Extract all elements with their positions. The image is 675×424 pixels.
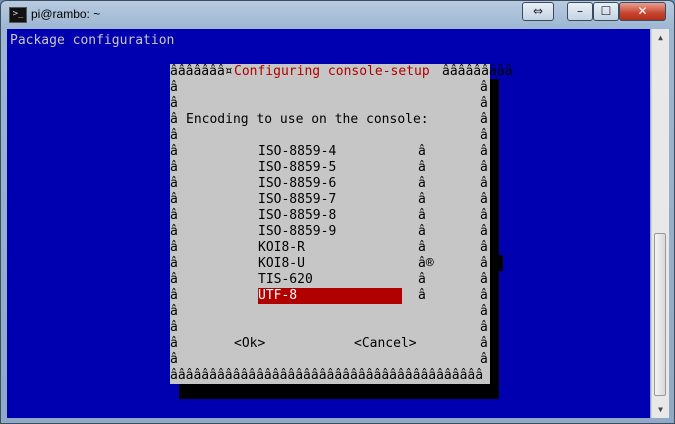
window-title: pi@rambo: ~ [31, 7, 101, 21]
border-left: â [170, 336, 178, 351]
list-item-utf-8[interactable]: UTF-8 [258, 288, 297, 304]
list-item-koi8-u[interactable]: KOI8-U [258, 256, 305, 272]
list-item-iso-8859-5[interactable]: ISO-8859-5 [258, 160, 336, 176]
list-scroll-track: â [418, 224, 426, 239]
border-left: â [170, 96, 178, 111]
dialog-bottom-border: ââââââââââââââââââââââââââââââââââââââââ [170, 368, 484, 383]
border-right: â [480, 320, 488, 335]
border-left: â [170, 208, 178, 223]
dialog-title: Configuring console-setup [234, 64, 430, 79]
list-item-iso-8859-8[interactable]: ISO-8859-8 [258, 208, 336, 224]
dialog-title-left: âââââââ¤ [170, 64, 233, 79]
maximize-button[interactable]: ☐ [593, 2, 619, 21]
border-right: â [480, 288, 488, 303]
border-left: â [170, 272, 178, 287]
border-left: â [170, 176, 178, 191]
scroll-up-icon[interactable]: ▲ [652, 29, 669, 46]
console-setup-dialog: âââââââ¤ Configuring console-setup âââââ… [170, 64, 512, 384]
border-left: â [170, 304, 178, 319]
minimize-button[interactable]: – [567, 2, 593, 21]
list-item-iso-8859-6[interactable]: ISO-8859-6 [258, 176, 336, 192]
list-item-iso-8859-7[interactable]: ISO-8859-7 [258, 192, 336, 208]
border-left: â [170, 352, 178, 367]
border-left: â [170, 256, 178, 271]
dialog-title-right: âââââââââ [442, 64, 513, 79]
list-item-iso-8859-4[interactable]: ISO-8859-4 [258, 144, 336, 160]
scrollbar-thumb[interactable] [654, 233, 666, 396]
title-bar[interactable]: >_ pi@rambo: ~ ⇔ – ☐ ✕ [1, 1, 674, 28]
border-right: â [480, 272, 488, 287]
border-left: â [170, 320, 178, 335]
border-left: â [170, 240, 178, 255]
list-item-tis-620[interactable]: TIS-620 [258, 272, 313, 288]
list-scroll-track: â [418, 144, 426, 159]
close-button[interactable]: ✕ [619, 2, 666, 21]
cancel-button[interactable]: <Cancel> [354, 336, 417, 352]
border-right: â [480, 80, 488, 95]
border-right: â [480, 352, 488, 367]
border-right: â [480, 128, 488, 143]
border-right: â [480, 96, 488, 111]
terminal-area[interactable]: Package configuration âââââââ¤ Configuri… [7, 29, 650, 418]
border-right: â [480, 160, 488, 175]
border-left: â [170, 288, 178, 303]
border-right: â [480, 224, 488, 239]
border-right: â [480, 112, 488, 127]
vertical-scrollbar[interactable]: ▲ ▼ [651, 29, 669, 418]
ok-button[interactable]: <Ok> [234, 336, 265, 352]
border-left: â [170, 192, 178, 207]
border-right: â [480, 176, 488, 191]
border-right: â [480, 256, 488, 271]
border-left: â [170, 160, 178, 175]
terminal-window: >_ pi@rambo: ~ ⇔ – ☐ ✕ Package configura… [0, 0, 675, 424]
list-scroll-track: â [418, 176, 426, 191]
package-configuration-header: Package configuration [10, 33, 175, 48]
encoding-prompt: Encoding to use on the console: [186, 112, 429, 127]
border-right: â [480, 304, 488, 319]
restore-button[interactable]: ⇔ [522, 2, 554, 21]
list-scroll-track: â [418, 160, 426, 175]
border-right: â [480, 144, 488, 159]
list-scroll-track: â [418, 272, 426, 287]
scroll-down-icon[interactable]: ▼ [652, 401, 669, 418]
border-right: â [480, 240, 488, 255]
list-scroll-track: â [418, 192, 426, 207]
border-right: â [480, 208, 488, 223]
border-left: â [170, 224, 178, 239]
border-left: â [170, 144, 178, 159]
border-left: â [170, 112, 178, 127]
cursor-block [495, 255, 503, 271]
border-left: â [170, 128, 178, 143]
list-scroll-thumb[interactable]: â® [418, 256, 434, 272]
list-scroll-track: â [418, 208, 426, 223]
list-item-koi8-r[interactable]: KOI8-R [258, 240, 305, 256]
list-scroll-track: â [418, 288, 426, 303]
border-right: â [480, 336, 488, 351]
list-item-iso-8859-9[interactable]: ISO-8859-9 [258, 224, 336, 240]
border-right: â [480, 192, 488, 207]
terminal-icon[interactable]: >_ [9, 7, 27, 23]
list-scroll-track: â [418, 240, 426, 255]
border-left: â [170, 80, 178, 95]
